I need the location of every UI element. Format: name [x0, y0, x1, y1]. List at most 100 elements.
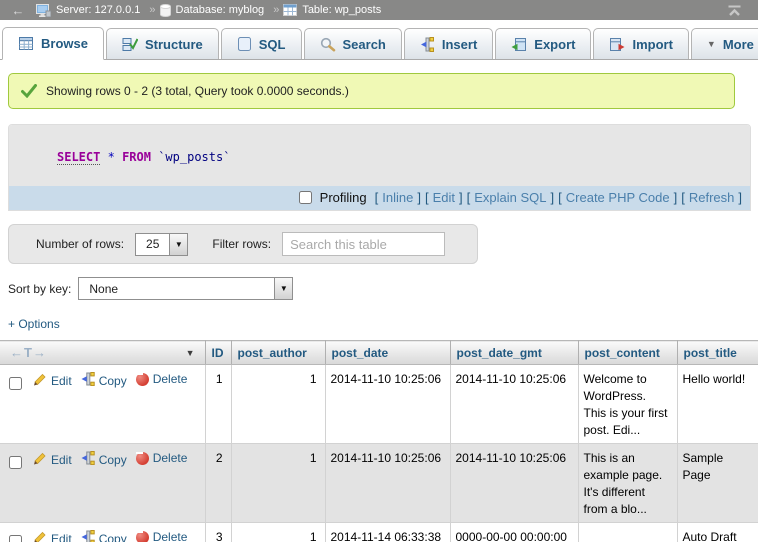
bracket: ] — [417, 190, 421, 205]
row-controls-box: Number of rows: 25 ▼ Filter rows: — [8, 224, 478, 264]
bracket: ] — [738, 190, 742, 205]
results-table: ←T→ ▼ ID post_author post_date post_date… — [0, 340, 758, 542]
tab-import[interactable]: Import — [593, 28, 688, 59]
tab-sql[interactable]: SQL — [221, 28, 302, 59]
breadcrumb-separator: » — [273, 4, 279, 16]
actions-header: ←T→ ▼ — [0, 341, 205, 365]
column-header-post-date-gmt[interactable]: post_date_gmt — [450, 341, 578, 365]
sort-order-icon[interactable]: ▼ — [186, 348, 195, 358]
filter-rows-label: Filter rows: — [212, 237, 271, 251]
explain-sql-link[interactable]: Explain SQL — [474, 190, 546, 205]
edit-row-link[interactable]: Edit — [32, 372, 72, 391]
sort-key-select[interactable]: None ▼ — [78, 277, 293, 300]
tab-browse[interactable]: Browse — [2, 27, 104, 60]
breadcrumb-database[interactable]: Database: myblog — [160, 4, 265, 17]
bracket: ] — [674, 190, 678, 205]
options-toggle-link[interactable]: + Options — [8, 317, 60, 331]
breadcrumb-server-label: Server: 127.0.0.1 — [56, 4, 140, 16]
delete-icon — [136, 531, 149, 542]
column-header-post-title[interactable]: post_title — [677, 341, 758, 365]
column-header-id[interactable]: ID — [205, 341, 231, 365]
edit-row-link[interactable]: Edit — [32, 530, 72, 542]
profiling-checkbox[interactable] — [299, 191, 312, 204]
dropdown-arrow-icon: ▼ — [274, 278, 292, 299]
delete-row-link[interactable]: Delete — [136, 371, 188, 388]
cell-post-date: 2014-11-10 10:25:06 — [325, 444, 450, 523]
delete-row-link[interactable]: Delete — [136, 529, 188, 542]
export-icon — [511, 37, 527, 52]
row-checkbox[interactable] — [9, 377, 22, 390]
breadcrumb-server[interactable]: Server: 127.0.0.1 — [36, 4, 140, 17]
bracket: ] — [551, 190, 555, 205]
tab-search[interactable]: Search — [304, 28, 402, 59]
copy-row-link[interactable]: Copy — [81, 372, 127, 391]
query-actions-bar: Profiling [ Inline ] [ Edit ] [ Explain … — [9, 186, 750, 210]
cell-post-title: Sample Page — [677, 444, 758, 523]
create-php-code-link[interactable]: Create PHP Code — [566, 190, 670, 205]
cell-post-author: 1 — [231, 523, 325, 542]
column-header-post-content[interactable]: post_content — [578, 341, 677, 365]
collapse-navigation-icon[interactable] — [727, 5, 742, 16]
cell-post-date-gmt: 0000-00-00 00:00:00 — [450, 523, 578, 542]
row-actions-cell: Edit Copy Delete — [0, 444, 205, 523]
refresh-link[interactable]: Refresh — [689, 190, 735, 205]
bracket: [ — [467, 190, 471, 205]
delete-icon — [136, 452, 149, 465]
edit-query-link[interactable]: Edit — [433, 190, 455, 205]
table-header-row: ←T→ ▼ ID post_author post_date post_date… — [0, 341, 758, 365]
tab-sql-label: SQL — [259, 37, 286, 52]
breadcrumb-separator: » — [149, 4, 155, 16]
inline-link[interactable]: Inline — [382, 190, 413, 205]
cell-post-content — [578, 523, 677, 542]
status-message: Showing rows 0 - 2 (3 total, Query took … — [8, 73, 735, 109]
edit-row-link[interactable]: Edit — [32, 451, 72, 470]
success-check-icon — [21, 84, 37, 98]
copy-row-link[interactable]: Copy — [81, 530, 127, 542]
sql-query: SELECT * FROM `wp_posts` — [9, 125, 750, 186]
database-icon — [160, 4, 171, 17]
transpose-icon[interactable]: ←T→ — [10, 345, 47, 360]
tab-browse-label: Browse — [41, 36, 88, 51]
sql-star: * — [108, 150, 115, 164]
delete-icon — [136, 373, 149, 386]
row-checkbox[interactable] — [9, 535, 22, 542]
back-arrow-button[interactable]: ← — [0, 3, 36, 18]
pencil-icon — [32, 451, 47, 470]
tab-insert[interactable]: Insert — [404, 28, 493, 59]
table-row: Edit Copy Delete 2 1 2014-11-10 10:25:06 2… — [0, 444, 758, 523]
rows-per-page-select[interactable]: 25 ▼ — [135, 233, 188, 256]
cell-id: 2 — [205, 444, 231, 523]
status-message-text: Showing rows 0 - 2 (3 total, Query took … — [46, 84, 349, 98]
copy-icon — [81, 451, 95, 470]
cell-post-author: 1 — [231, 444, 325, 523]
row-checkbox[interactable] — [9, 456, 22, 469]
tab-structure[interactable]: Structure — [106, 28, 219, 59]
breadcrumb-table[interactable]: Table: wp_posts — [283, 4, 381, 16]
tab-insert-label: Insert — [442, 37, 477, 52]
filter-input[interactable] — [282, 232, 445, 256]
table-icon — [283, 4, 297, 16]
cell-post-date-gmt: 2014-11-10 10:25:06 — [450, 444, 578, 523]
cell-post-content: This is an example page. It's different … — [578, 444, 677, 523]
bracket: [ — [425, 190, 429, 205]
copy-icon — [81, 530, 95, 542]
query-box: SELECT * FROM `wp_posts` Profiling [ Inl… — [8, 124, 751, 211]
sql-icon — [237, 36, 252, 52]
delete-row-link[interactable]: Delete — [136, 450, 188, 467]
column-header-post-date[interactable]: post_date — [325, 341, 450, 365]
copy-row-link[interactable]: Copy — [81, 451, 127, 470]
num-rows-label: Number of rows: — [36, 237, 124, 251]
rows-per-page-value: 25 — [136, 234, 169, 255]
structure-icon — [122, 37, 138, 52]
profiling-label: Profiling — [320, 190, 367, 205]
tab-structure-label: Structure — [145, 37, 203, 52]
tab-more[interactable]: ▼ More — [691, 28, 758, 59]
column-header-post-author[interactable]: post_author — [231, 341, 325, 365]
row-actions-cell: Edit Copy Delete — [0, 523, 205, 542]
tab-export[interactable]: Export — [495, 28, 591, 59]
bracket: [ — [375, 190, 379, 205]
breadcrumb-database-label: Database: myblog — [176, 4, 265, 16]
cell-id: 3 — [205, 523, 231, 542]
bracket: [ — [681, 190, 685, 205]
breadcrumb-table-label: Table: wp_posts — [302, 4, 381, 16]
